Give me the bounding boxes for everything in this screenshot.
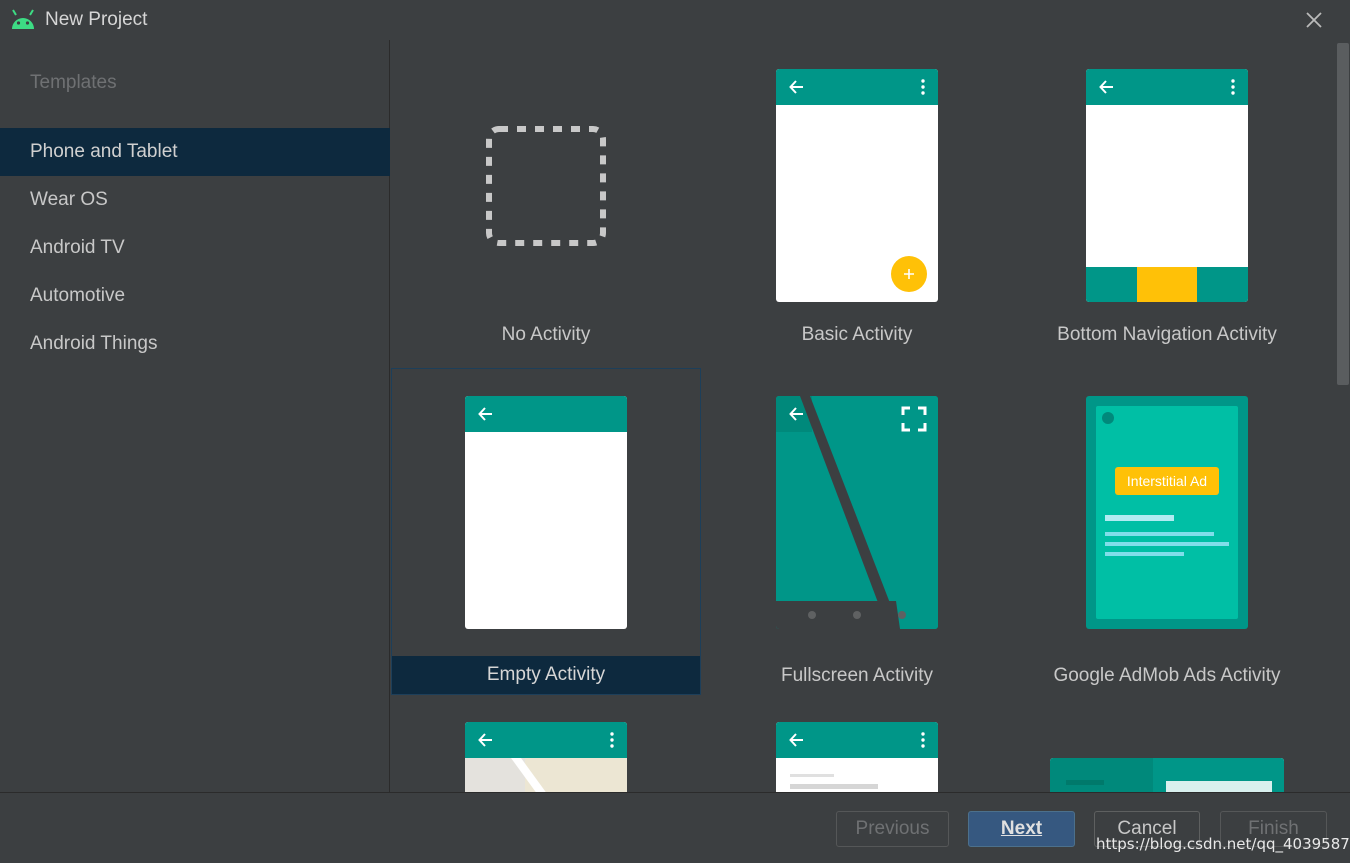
template-master-detail-flow[interactable] [1012, 695, 1322, 792]
sidebar-item-phone-and-tablet[interactable]: Phone and Tablet [0, 128, 390, 176]
overflow-menu-icon [921, 732, 925, 748]
master-pane [1050, 758, 1153, 792]
phone-preview [776, 722, 938, 792]
template-no-activity[interactable]: No Activity [391, 41, 701, 368]
overflow-menu-icon [1231, 79, 1235, 95]
list-line [1066, 780, 1104, 785]
interstitial-ad-card [1096, 406, 1238, 619]
template-label: No Activity [501, 324, 591, 345]
phone-preview [776, 396, 938, 629]
sidebar-item-label: Automotive [30, 285, 126, 306]
sidebar-item-wear-os[interactable]: Wear OS [0, 176, 390, 224]
window-title: New Project [45, 9, 148, 30]
close-icon[interactable] [1302, 8, 1326, 32]
sidebar-item-android-things[interactable]: Android Things [0, 320, 390, 368]
sidebar-heading: Templates [30, 72, 117, 93]
template-label: Basic Activity [801, 324, 913, 345]
template-google-maps-activity[interactable] [391, 695, 701, 792]
bottom-nav-selected-tab [1137, 267, 1197, 302]
template-label: Fullscreen Activity [780, 665, 934, 686]
template-bottom-navigation-activity[interactable]: Bottom Navigation Activity [1012, 41, 1322, 368]
ad-text-line [1105, 515, 1174, 521]
template-empty-activity[interactable]: Empty Activity [391, 368, 701, 695]
ad-text-line [1105, 532, 1214, 536]
detail-card [1166, 781, 1272, 792]
template-basic-activity[interactable]: Basic Activity [702, 41, 1012, 368]
phone-preview [1086, 69, 1248, 302]
back-arrow-icon [478, 407, 492, 421]
map-preview [465, 758, 627, 792]
overflow-menu-icon [610, 732, 614, 748]
watermark-text: https://blog.csdn.net/qq_40395874 [1096, 835, 1350, 853]
sidebar-item-label: Wear OS [30, 189, 108, 210]
back-arrow-icon [1099, 80, 1113, 94]
detail-pane [1153, 758, 1284, 792]
phone-preview: Interstitial Ad [1086, 396, 1248, 629]
previous-button[interactable]: Previous [836, 811, 949, 847]
sidebar-item-label: Android TV [30, 237, 125, 258]
template-gallery: No Activity Basic Activity Bottom Naviga… [391, 40, 1337, 792]
list-line [790, 774, 834, 777]
back-arrow-icon [789, 80, 803, 94]
fullscreen-icon [901, 406, 927, 432]
ad-text-line [1105, 542, 1229, 546]
back-arrow-icon [789, 407, 803, 421]
sidebar-item-automotive[interactable]: Automotive [0, 272, 390, 320]
template-label: Google AdMob Ads Activity [1053, 665, 1281, 686]
gallery-scrollbar[interactable] [1337, 40, 1350, 792]
title-bar: New Project [0, 0, 1350, 40]
phone-preview [465, 396, 627, 629]
phone-preview [776, 69, 938, 302]
overflow-menu-icon [921, 79, 925, 95]
fab-plus-icon [891, 256, 927, 292]
phone-preview [465, 722, 627, 792]
ad-text-line [1105, 552, 1184, 556]
interstitial-ad-label: Interstitial Ad [1115, 467, 1219, 495]
scrollbar-thumb[interactable] [1337, 43, 1349, 385]
tablet-preview [1050, 758, 1284, 792]
back-arrow-icon [789, 733, 803, 747]
sidebar-item-label: Phone and Tablet [30, 141, 178, 162]
template-admob-ads-activity[interactable]: Interstitial Ad Google AdMob Ads Activit… [1012, 368, 1322, 695]
android-icon [12, 9, 34, 29]
sidebar-item-android-tv[interactable]: Android TV [0, 224, 390, 272]
map-road-graphic [465, 758, 546, 792]
template-category-sidebar: Templates Phone and Tablet Wear OS Andro… [0, 40, 390, 792]
ad-close-dot-icon [1102, 412, 1114, 424]
sidebar-item-label: Android Things [30, 333, 158, 354]
dashed-square-icon [486, 126, 606, 246]
bottom-navigation-bar [1086, 267, 1248, 302]
template-fullscreen-activity[interactable]: Fullscreen Activity [702, 368, 1012, 695]
template-list-activity[interactable] [702, 695, 1012, 792]
back-arrow-icon [478, 733, 492, 747]
template-label: Empty Activity [392, 656, 700, 694]
list-line [790, 784, 878, 789]
next-button[interactable]: Next [968, 811, 1075, 847]
template-label: Bottom Navigation Activity [1057, 324, 1277, 345]
